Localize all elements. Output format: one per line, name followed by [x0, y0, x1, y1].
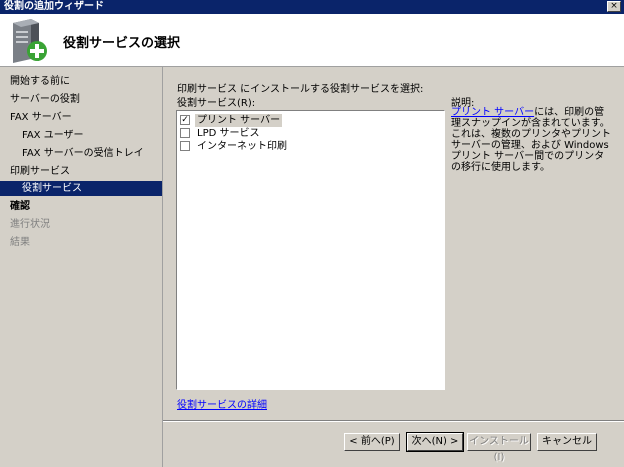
step-server-roles[interactable]: サーバーの役割 [0, 92, 162, 107]
step-role-services[interactable]: 役割サービス [0, 181, 162, 196]
wizard-header: 役割サービスの選択 [0, 14, 624, 67]
footer-divider [163, 420, 624, 422]
previous-button[interactable]: < 前へ(P) [344, 433, 400, 451]
step-fax-server[interactable]: FAX サーバー [0, 110, 162, 125]
checkbox-print-server[interactable]: ✓ [180, 115, 190, 125]
role-services-label: 役割サービス(R): [177, 98, 256, 109]
install-button: インストール(I) [467, 433, 531, 463]
step-fax-users[interactable]: FAX ユーザー [0, 128, 162, 143]
title-bar: 役割の追加ウィザード × [0, 0, 624, 14]
step-progress: 進行状況 [10, 219, 50, 230]
close-icon: × [610, 1, 618, 11]
step-results: 結果 [10, 237, 30, 248]
role-service-label: プリント サーバー [195, 114, 283, 127]
page-title: 役割サービスの選択 [63, 36, 181, 51]
instruction-text: 印刷サービス にインストールする役割サービスを選択: [177, 84, 424, 95]
server-add-icon [13, 19, 47, 63]
print-server-link[interactable]: プリント サーバー [451, 107, 534, 118]
role-services-detail-link[interactable]: 役割サービスの詳細 [177, 396, 267, 411]
step-print-services[interactable]: 印刷サービス [0, 164, 162, 179]
role-service-label: LPD サービス [197, 128, 260, 139]
close-button[interactable]: × [607, 1, 621, 12]
wizard-steps-sidebar: 開始する前に サーバーの役割 FAX サーバー FAX ユーザー FAX サーバ… [0, 67, 163, 467]
checkbox-lpd[interactable] [180, 128, 190, 138]
description-text: プリント サーバーには、印刷の管理スナップインが含まれています。これは、複数のプ… [451, 107, 611, 173]
checkbox-internet-printing[interactable] [180, 141, 190, 151]
window-title: 役割の追加ウィザード [4, 1, 104, 12]
main-panel: 印刷サービス にインストールする役割サービスを選択: 役割サービス(R): ✓ … [163, 67, 624, 467]
role-services-list[interactable]: ✓ プリント サーバー LPD サービス インターネット印刷 [176, 110, 445, 390]
step-before-you-begin[interactable]: 開始する前に [0, 74, 162, 89]
next-button[interactable]: 次へ(N) > [406, 432, 464, 452]
cancel-button[interactable]: キャンセル [537, 433, 597, 451]
step-confirmation[interactable]: 確認 [0, 199, 162, 214]
role-service-label: インターネット印刷 [197, 141, 287, 152]
step-fax-inbox[interactable]: FAX サーバーの受信トレイ [0, 146, 162, 161]
